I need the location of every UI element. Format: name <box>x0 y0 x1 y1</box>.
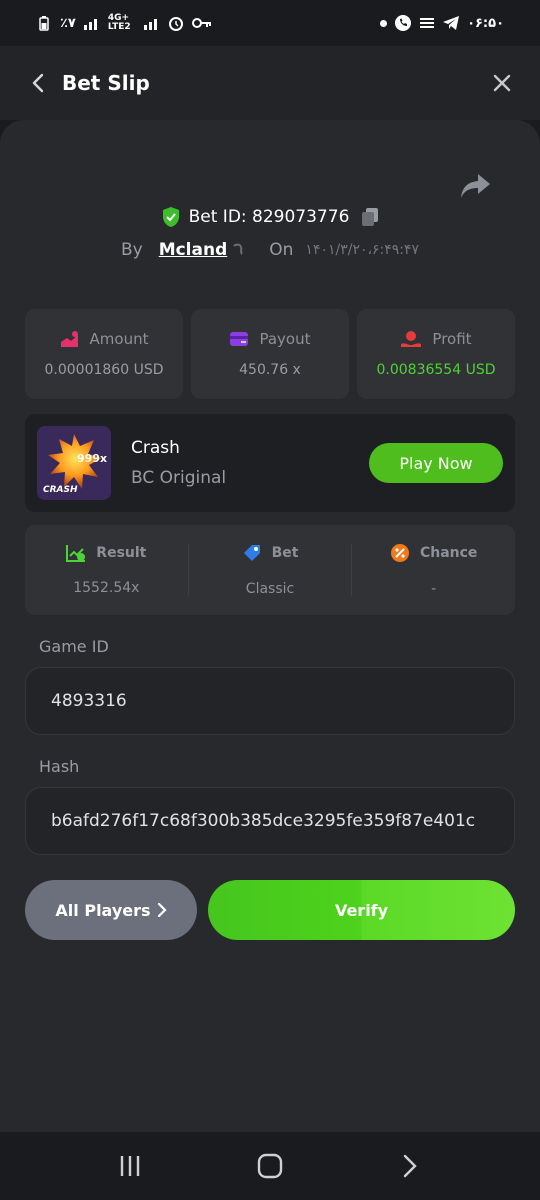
chevron-right-icon <box>403 1154 417 1178</box>
page-title: Bet Slip <box>62 71 150 95</box>
copy-button[interactable] <box>361 207 379 227</box>
share-button[interactable] <box>460 172 492 204</box>
profit-icon <box>401 331 422 347</box>
battery-percent: ٪۷ <box>60 15 76 31</box>
verify-button[interactable]: Verify <box>208 880 515 940</box>
game-card: 999x CRASH Crash BC Original Play Now <box>25 414 515 512</box>
all-players-button[interactable]: All Players <box>25 880 197 940</box>
notification-dot-icon <box>380 19 388 27</box>
thumb-badge: 999x <box>77 452 107 465</box>
thumb-title: CRASH <box>43 485 78 495</box>
stat-head: Payout <box>229 330 311 348</box>
stat-head: Profit <box>400 330 472 348</box>
result-label: Bet <box>271 545 299 561</box>
chevron-right-icon <box>157 903 167 917</box>
clock-time: ۰۶:۵۰ <box>467 15 504 31</box>
result-label: Chance <box>419 545 478 561</box>
stat-label: Amount <box>89 330 149 348</box>
stat-value: 450.76 x <box>239 362 301 378</box>
result-head: Chance <box>390 543 477 563</box>
recents-icon <box>120 1156 140 1176</box>
close-button[interactable] <box>488 69 516 97</box>
back-button[interactable] <box>24 69 52 97</box>
battery-icon <box>36 15 52 31</box>
payout-icon <box>230 332 249 346</box>
forward-button[interactable] <box>390 1146 430 1186</box>
game-info: Crash BC Original <box>131 438 226 488</box>
percent-icon <box>390 544 409 562</box>
bet-id-text: Bet ID: 829073776 <box>188 207 350 227</box>
result-col-chance: Chance - <box>352 543 515 597</box>
result-value: 1552.54x <box>73 580 140 596</box>
copy-icon <box>362 208 379 226</box>
bet-slip-panel: Bet ID: 829073776 By Mcland On ۱۴۰۱/۳/۲۰… <box>0 120 540 1132</box>
game-subtitle: BC Original <box>131 468 227 488</box>
status-left: ٪۷ 4G+ LTE2 <box>36 14 212 32</box>
bet-tag-icon <box>243 545 260 561</box>
shield-check-icon <box>162 207 179 227</box>
close-icon <box>493 74 511 92</box>
chevron-left-icon <box>32 73 44 93</box>
result-card: Result 1552.54x Bet Classic Chance - <box>25 525 515 615</box>
user-link[interactable]: Mcland <box>159 240 228 260</box>
bet-id-row: Bet ID: 829073776 <box>0 206 540 228</box>
game-id-label: Game ID <box>39 637 109 656</box>
game-id-field[interactable]: 4893316 <box>25 667 515 735</box>
on-label: On <box>269 240 294 260</box>
stat-label: Profit <box>432 330 472 348</box>
signal-icon-2 <box>143 15 160 31</box>
stack-icon <box>419 15 435 31</box>
telegram-icon <box>443 15 460 31</box>
share-icon <box>461 174 490 198</box>
home-button[interactable] <box>250 1146 290 1186</box>
amount-icon <box>60 331 78 347</box>
result-head: Bet <box>242 543 299 563</box>
result-col-result: Result 1552.54x <box>25 544 188 596</box>
signal-icon <box>83 15 100 31</box>
phone-icon <box>395 15 412 31</box>
stat-value: 0.00001860 USD <box>44 362 164 378</box>
result-col-bet: Bet Classic <box>189 543 352 597</box>
game-name: Crash <box>131 438 180 458</box>
result-value: Classic <box>245 581 295 597</box>
network-label: 4G+ LTE2 <box>107 13 131 32</box>
result-head: Result <box>66 544 146 562</box>
stat-head: Amount <box>60 330 149 348</box>
alarm-icon <box>168 15 184 31</box>
user-badge-icon <box>231 243 245 257</box>
stat-card-payout: Payout 450.76 x <box>191 309 349 399</box>
by-label: By <box>120 240 143 260</box>
header: Bet Slip <box>0 46 540 120</box>
stat-value: 0.00836554 USD <box>376 362 496 378</box>
stat-label: Payout <box>259 330 311 348</box>
result-label: Result <box>96 545 147 561</box>
hash-field[interactable]: b6afd276f17c68f300b385dce3295fe359f87e40… <box>25 787 515 855</box>
stat-card-amount: Amount 0.00001860 USD <box>25 309 183 399</box>
key-icon <box>191 15 212 31</box>
bet-date: ۱۴۰۱/۳/۲۰،۶:۴۹:۴۷ <box>305 242 420 258</box>
game-thumbnail[interactable]: 999x CRASH <box>37 426 111 500</box>
result-icon <box>66 545 86 562</box>
status-bar: ٪۷ 4G+ LTE2 ۰۶:۵۰ <box>0 0 540 46</box>
recents-button[interactable] <box>110 1146 150 1186</box>
status-right: ۰۶:۵۰ <box>380 15 504 31</box>
system-nav-bar <box>0 1132 540 1200</box>
play-now-button[interactable]: Play Now <box>369 443 503 483</box>
stat-card-profit: Profit 0.00836554 USD <box>357 309 515 399</box>
result-value: - <box>431 581 437 597</box>
hash-label: Hash <box>39 757 80 776</box>
bet-meta-row: By Mcland On ۱۴۰۱/۳/۲۰،۶:۴۹:۴۷ <box>0 240 540 260</box>
home-icon <box>257 1153 283 1179</box>
all-players-label: All Players <box>55 900 151 920</box>
